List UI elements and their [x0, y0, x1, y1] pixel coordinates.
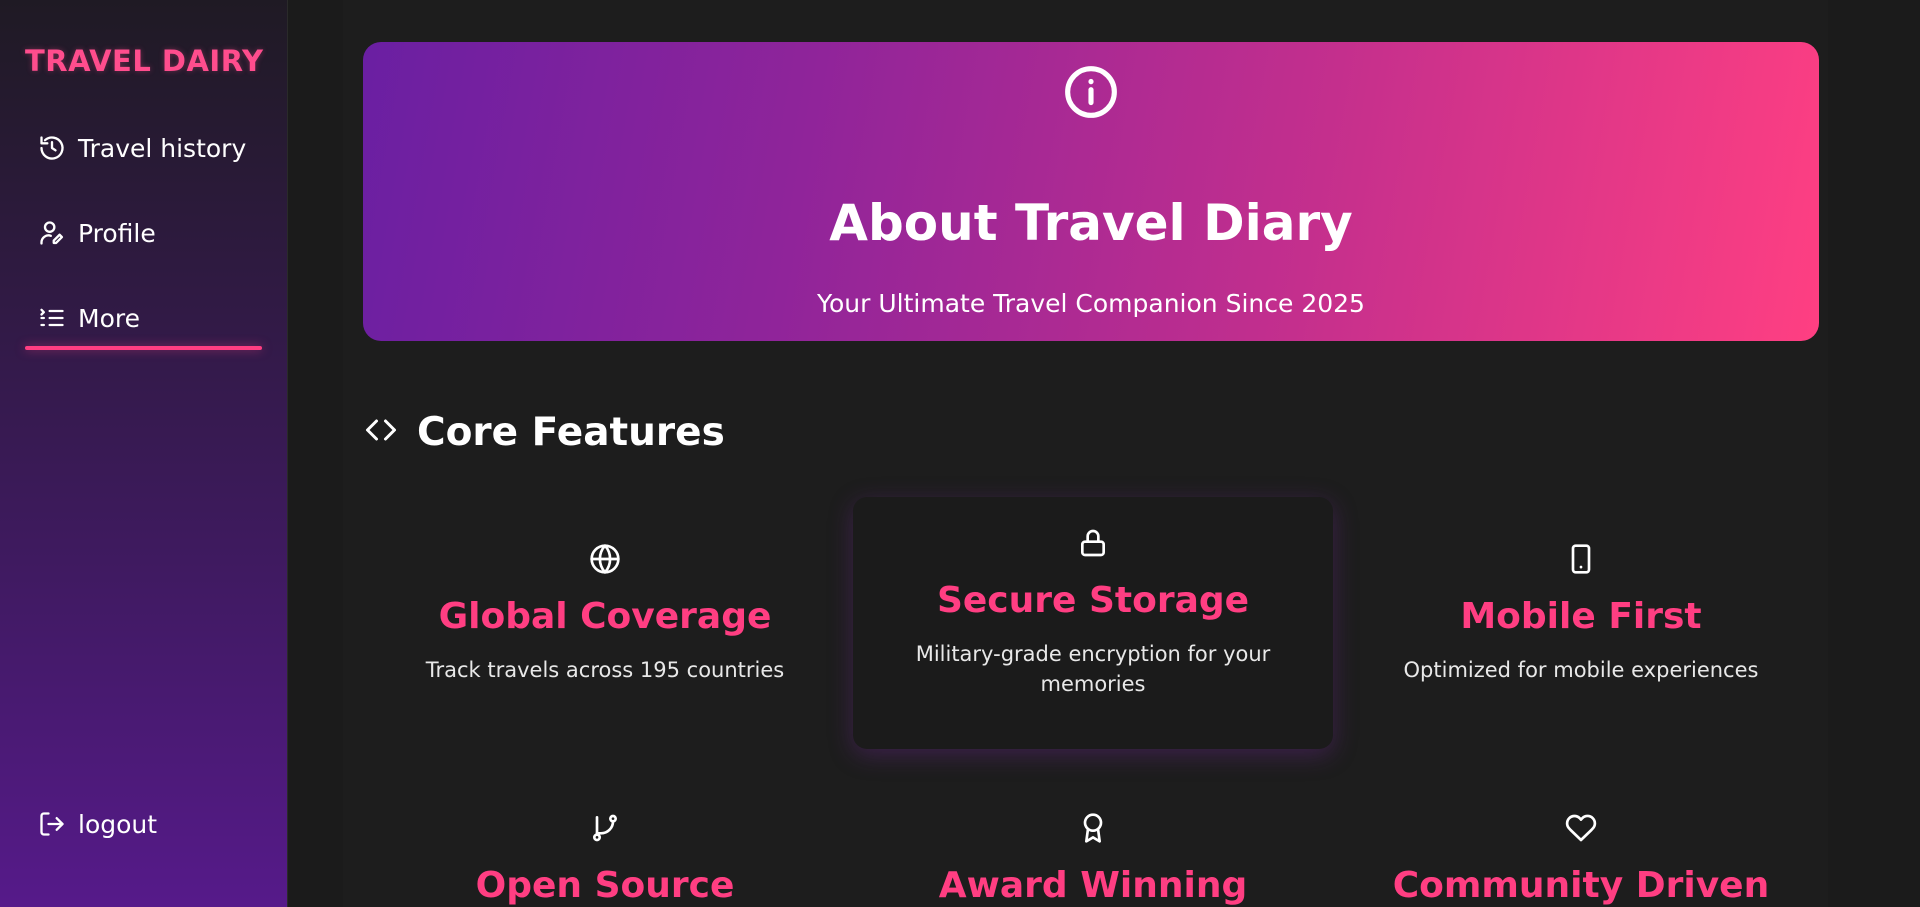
sidebar-item-travel-history[interactable]: Travel history	[38, 128, 246, 168]
lock-icon	[853, 527, 1333, 559]
page-subtitle: Your Ultimate Travel Companion Since 202…	[817, 289, 1365, 318]
app-root: TRAVEL DAIRY Travel history Profile More	[0, 0, 1920, 907]
section-title: Core Features	[417, 409, 725, 455]
sidebar-item-label: Travel history	[78, 133, 247, 163]
logout-button[interactable]: logout	[38, 804, 157, 844]
history-icon	[38, 134, 66, 162]
mobile-icon	[1341, 543, 1821, 575]
logout-label: logout	[78, 809, 158, 839]
feature-title: Community Driven	[1392, 865, 1770, 906]
user-edit-icon	[38, 219, 66, 247]
about-hero-banner: About Travel Diary Your Ultimate Travel …	[363, 42, 1819, 341]
feature-card-community-driven: Community Driven	[1341, 812, 1821, 906]
heart-icon	[1341, 812, 1821, 844]
sidebar-item-label: More	[78, 303, 140, 333]
feature-title: Open Source	[475, 865, 735, 906]
brand-logo[interactable]: TRAVEL DAIRY	[25, 44, 263, 78]
section-heading-core-features: Core Features	[363, 409, 725, 455]
active-indicator	[25, 346, 262, 350]
feature-title: Mobile First	[1460, 596, 1702, 637]
feature-card-award-winning: Award Winning	[853, 812, 1333, 906]
feature-card-global-coverage: Global Coverage Track travels across 195…	[365, 543, 845, 685]
main-content: About Travel Diary Your Ultimate Travel …	[288, 0, 1920, 907]
feature-card-secure-storage: Secure Storage Military-grade encryption…	[853, 497, 1333, 749]
feature-description: Track travels across 195 countries	[425, 657, 785, 682]
feature-description: Optimized for mobile experiences	[1403, 657, 1759, 682]
logout-icon	[38, 810, 66, 838]
feature-title: Global Coverage	[438, 596, 772, 637]
page-title: About Travel Diary	[829, 194, 1353, 252]
git-branch-icon	[365, 812, 845, 844]
feature-description: Military-grade encryption for your memor…	[915, 641, 1271, 697]
feature-title: Secure Storage	[936, 580, 1250, 621]
feature-title: Award Winning	[938, 865, 1248, 906]
sidebar-item-label: Profile	[78, 218, 156, 248]
feature-card-mobile-first: Mobile First Optimized for mobile experi…	[1341, 543, 1821, 685]
sidebar: TRAVEL DAIRY Travel history Profile More	[0, 0, 288, 907]
code-icon	[363, 412, 399, 452]
sidebar-item-profile[interactable]: Profile	[38, 213, 156, 253]
list-icon	[38, 304, 66, 332]
award-icon	[853, 812, 1333, 844]
globe-icon	[365, 543, 845, 575]
info-icon	[1063, 64, 1119, 120]
feature-card-open-source: Open Source	[365, 812, 845, 906]
sidebar-item-more[interactable]: More	[38, 298, 140, 338]
